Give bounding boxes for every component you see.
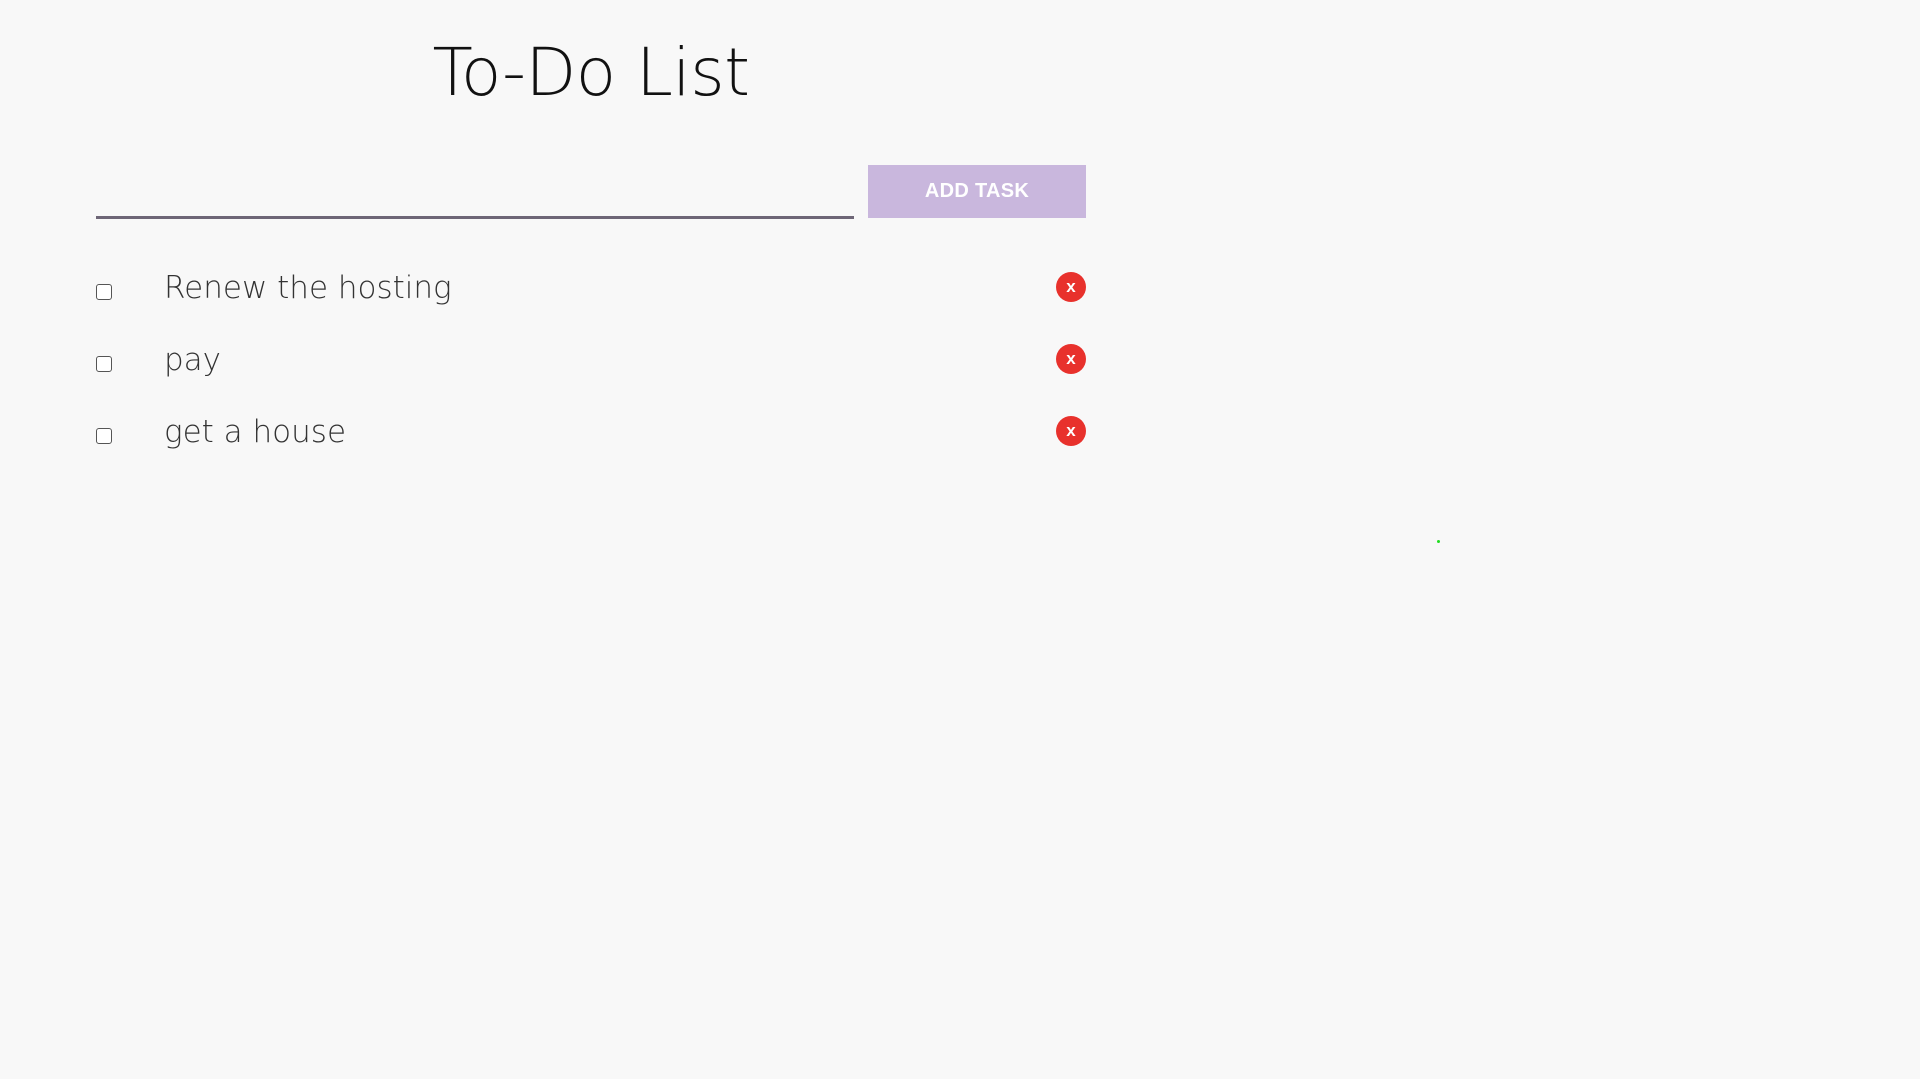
page-title: To-Do List [432, 34, 750, 111]
close-icon: x [1066, 349, 1076, 368]
list-item: get a house x [96, 406, 1086, 478]
task-label: get a house [164, 414, 347, 450]
new-task-input[interactable] [96, 165, 854, 219]
task-checkbox[interactable] [96, 284, 112, 300]
close-icon: x [1066, 421, 1076, 440]
mouse-cursor-dot [1437, 540, 1440, 543]
close-icon: x [1066, 277, 1076, 296]
task-checkbox[interactable] [96, 356, 112, 372]
list-item: Renew the hosting x [96, 262, 1086, 334]
task-list: Renew the hosting x pay x get a house x [96, 262, 1086, 478]
delete-task-button[interactable]: x [1056, 416, 1086, 446]
add-task-button[interactable]: ADD TASK [868, 165, 1086, 218]
task-checkbox[interactable] [96, 428, 112, 444]
task-label: pay [164, 342, 222, 378]
list-item: pay x [96, 334, 1086, 406]
add-task-form: ADD TASK [96, 165, 1086, 223]
delete-task-button[interactable]: x [1056, 344, 1086, 374]
task-label: Renew the hosting [164, 270, 452, 306]
delete-task-button[interactable]: x [1056, 272, 1086, 302]
